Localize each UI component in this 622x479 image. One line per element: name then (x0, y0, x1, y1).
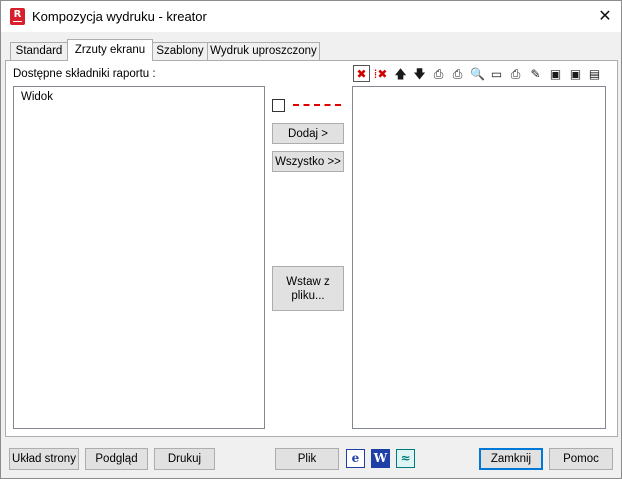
delete-all-icon[interactable]: ⁞✖ (372, 65, 389, 82)
help-button[interactable]: Pomoc (549, 448, 613, 470)
table-icon[interactable]: ▤ (586, 65, 603, 82)
add-button[interactable]: Dodaj > (272, 123, 344, 144)
print-button[interactable]: Drukuj (154, 448, 215, 470)
close-button[interactable]: Zamknij (479, 448, 543, 470)
selected-components-list[interactable] (352, 86, 606, 429)
close-window-button[interactable]: ✕ (593, 5, 617, 27)
ie-export-icon[interactable]: e (346, 449, 365, 468)
print-preview-icon[interactable]: 🔍 (469, 65, 486, 82)
available-components-label: Dostępne składniki raportu : (13, 68, 156, 80)
list-item[interactable]: Widok (21, 91, 53, 103)
printer-icon[interactable]: ⎙ (507, 65, 524, 82)
move-down-icon[interactable]: 🡇 (411, 65, 428, 82)
page-setup-icon[interactable]: ▭ (488, 65, 505, 82)
delete-icon[interactable]: ✖ (353, 65, 370, 82)
tab-simplified-print[interactable]: Wydruk uproszczony (207, 42, 320, 61)
line-style-sample (293, 104, 341, 106)
window-title: Kompozycja wydruku - kreator (32, 9, 207, 24)
print-settings-icon[interactable]: ⎙ (430, 65, 447, 82)
move-up-icon[interactable]: 🡅 (392, 65, 409, 82)
file-button[interactable]: Plik (275, 448, 339, 470)
page-layout-button[interactable]: Układ strony (9, 448, 79, 470)
print-settings-remove-icon[interactable]: ⎙ (449, 65, 466, 82)
print-composition-dialog: R Kompozycja wydruku - kreator ✕ Standar… (0, 0, 622, 479)
chart-export-icon[interactable]: ≈ (396, 449, 415, 468)
preview-button[interactable]: Podgląd (85, 448, 148, 470)
tab-standard[interactable]: Standard (10, 42, 68, 61)
insert-from-file-button[interactable]: Wstaw z pliku... (272, 266, 344, 311)
app-icon: R (10, 8, 25, 25)
line-checkbox[interactable] (272, 99, 285, 112)
tab-screenshots[interactable]: Zrzuty ekranu (67, 39, 153, 61)
title-bar: R Kompozycja wydruku - kreator ✕ (1, 1, 621, 32)
save-template-icon[interactable]: ▣ (547, 65, 564, 82)
save-template-as-icon[interactable]: ▣ (567, 65, 584, 82)
tab-templates[interactable]: Szablony (152, 42, 208, 61)
add-all-button[interactable]: Wszystko >> (272, 151, 344, 172)
available-components-list[interactable]: Widok (13, 86, 265, 429)
word-export-icon[interactable]: W (371, 449, 390, 468)
edit-page-icon[interactable]: ✎ (527, 65, 544, 82)
